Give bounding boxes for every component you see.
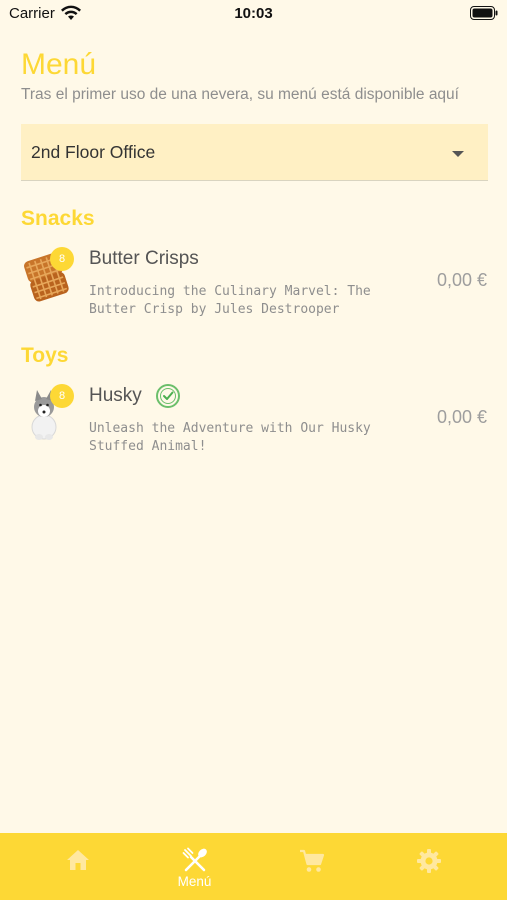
tab-label: Menú xyxy=(177,874,212,889)
battery-icon xyxy=(470,6,498,20)
menu-item-butter-crisps[interactable]: 8 Butter Crisps Introducing the Culinary… xyxy=(0,238,507,338)
verified-icon xyxy=(156,384,180,408)
location-select-value: 2nd Floor Office xyxy=(31,142,156,162)
tab-settings[interactable] xyxy=(370,833,487,900)
item-price: 0,00 € xyxy=(436,407,487,427)
quantity-badge: 8 xyxy=(50,247,74,271)
tab-home[interactable] xyxy=(19,833,136,900)
item-description: Introducing the Culinary Marvel: The But… xyxy=(89,284,371,317)
location-select[interactable]: 2nd Floor Office xyxy=(21,124,488,181)
section-title-snacks: Snacks xyxy=(21,207,95,230)
tab-menu[interactable]: Menú xyxy=(136,833,253,900)
cutlery-icon xyxy=(182,847,207,872)
dropdown-arrow-icon xyxy=(452,151,464,157)
menu-item-husky[interactable]: 8 Husky Unleash the Adventure with Our H… xyxy=(0,375,507,475)
cart-icon xyxy=(299,849,324,872)
tab-cart[interactable] xyxy=(253,833,370,900)
item-price: 0,00 € xyxy=(436,270,487,290)
status-time: 10:03 xyxy=(234,5,273,22)
section-title-toys: Toys xyxy=(21,344,69,367)
tab-bar: Menú xyxy=(0,833,507,900)
quantity-badge: 8 xyxy=(50,384,74,408)
status-bar: Carrier 10:03 xyxy=(0,0,507,28)
item-name: Husky xyxy=(89,385,142,406)
item-name: Butter Crisps xyxy=(89,248,199,269)
page-title: Menú xyxy=(21,48,97,81)
page-subtitle: Tras el primer uso de una nevera, su men… xyxy=(21,86,459,103)
gear-icon xyxy=(416,849,441,873)
home-icon xyxy=(66,850,89,870)
item-description: Unleash the Adventure with Our Husky Stu… xyxy=(89,421,371,454)
